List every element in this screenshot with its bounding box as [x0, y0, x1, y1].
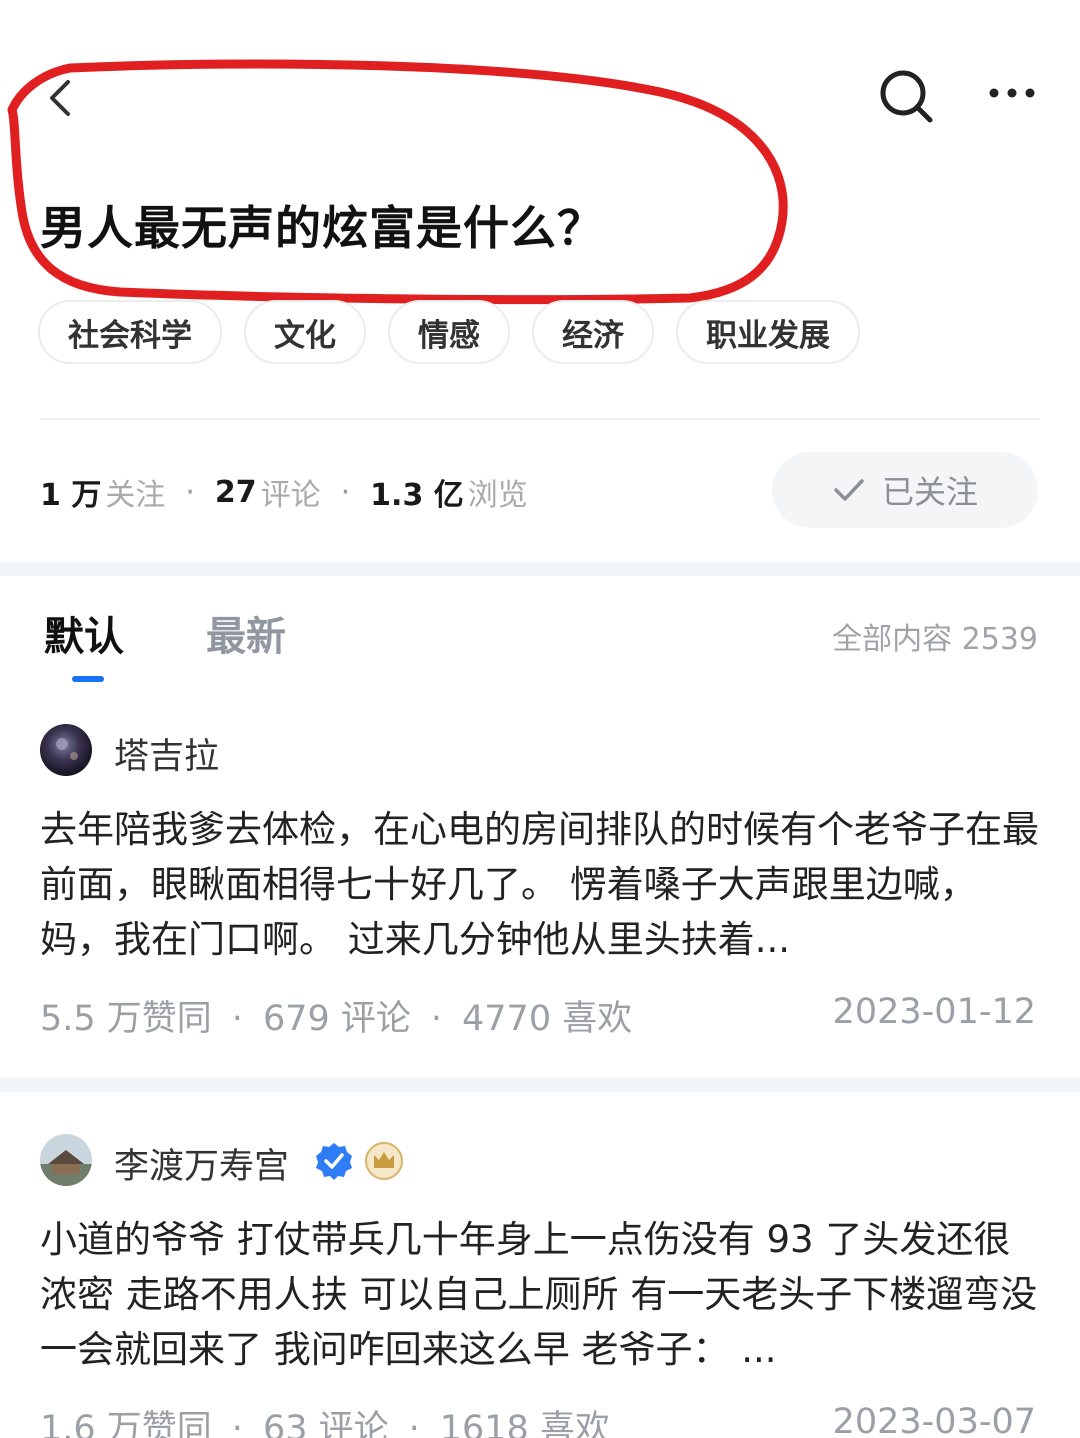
author-name[interactable]: 塔吉拉: [114, 728, 219, 779]
avatar[interactable]: [40, 724, 92, 776]
followers-label: 关注: [105, 478, 166, 513]
upvote-count: 1.6 万赞同: [40, 1409, 212, 1438]
tag-culture[interactable]: 文化: [244, 300, 366, 364]
chevron-left-icon[interactable]: [38, 70, 86, 126]
active-tab-indicator: [72, 676, 104, 682]
comments-count: 27: [214, 474, 257, 510]
verified-badge-icon: [314, 1141, 354, 1181]
separator: ·: [340, 474, 351, 510]
like-count: 1618 喜欢: [439, 1409, 610, 1438]
search-icon[interactable]: [876, 66, 936, 126]
tag-economy[interactable]: 经济: [532, 300, 654, 364]
upvote-count: 5.5 万赞同: [40, 999, 212, 1039]
tab-default[interactable]: 默认: [44, 604, 124, 662]
more-dots-icon[interactable]: [984, 78, 1040, 108]
tag-social-science[interactable]: 社会科学: [38, 300, 222, 364]
top-bar: [0, 0, 1080, 180]
views-count: 1.3 亿: [370, 478, 464, 513]
divider: [40, 418, 1040, 420]
tag-emotion[interactable]: 情感: [388, 300, 510, 364]
answer-date: 2023-03-07: [832, 1402, 1036, 1438]
comment-count: 679 评论: [262, 999, 411, 1039]
answer-date: 2023-01-12: [832, 992, 1036, 1032]
crown-badge-icon: [364, 1141, 404, 1181]
answer-excerpt[interactable]: 小道的爷爷 打仗带兵几十年身上一点伤没有 93 了头发还很浓密 走路不用人扶 可…: [40, 1212, 1040, 1377]
tag-career[interactable]: 职业发展: [676, 300, 860, 364]
question-title: 男人最无声的炫富是什么？: [40, 201, 604, 255]
checkmark-icon: [834, 479, 864, 501]
answer-meta: 1.6 万赞同 · 63 评论 · 1618 喜欢: [40, 1400, 610, 1438]
avatar[interactable]: [40, 1134, 92, 1186]
tab-newest[interactable]: 最新: [206, 604, 286, 662]
section-divider: [0, 562, 1080, 576]
views-label: 浏览: [467, 478, 528, 513]
comment-count: 63 评论: [262, 1409, 389, 1438]
followers-count: 1 万: [40, 478, 102, 513]
like-count: 4770 喜欢: [462, 999, 633, 1039]
answer-excerpt[interactable]: 去年陪我爹去体检，在心电的房间排队的时候有个老爷子在最前面，眼瞅面相得七十好几了…: [40, 802, 1040, 967]
total-content-count: 全部内容 2539: [832, 622, 1038, 657]
followed-button[interactable]: 已关注: [772, 452, 1038, 528]
section-divider: [0, 1078, 1080, 1092]
separator: ·: [231, 999, 243, 1039]
author-name[interactable]: 李渡万寿宫: [114, 1138, 289, 1189]
question-stats: 1 万 关注 · 27 评论 · 1.3 亿 浏览: [40, 470, 528, 514]
separator: ·: [408, 1409, 420, 1438]
followed-label: 已关注: [881, 473, 978, 511]
topic-tags: 社会科学 文化 情感 经济 职业发展: [38, 300, 860, 364]
separator: ·: [231, 1409, 243, 1438]
separator: ·: [185, 474, 195, 510]
comments-label[interactable]: 评论: [261, 470, 321, 514]
separator: ·: [430, 999, 443, 1039]
answer-meta: 5.5 万赞同 · 679 评论 · 4770 喜欢: [40, 990, 632, 1041]
